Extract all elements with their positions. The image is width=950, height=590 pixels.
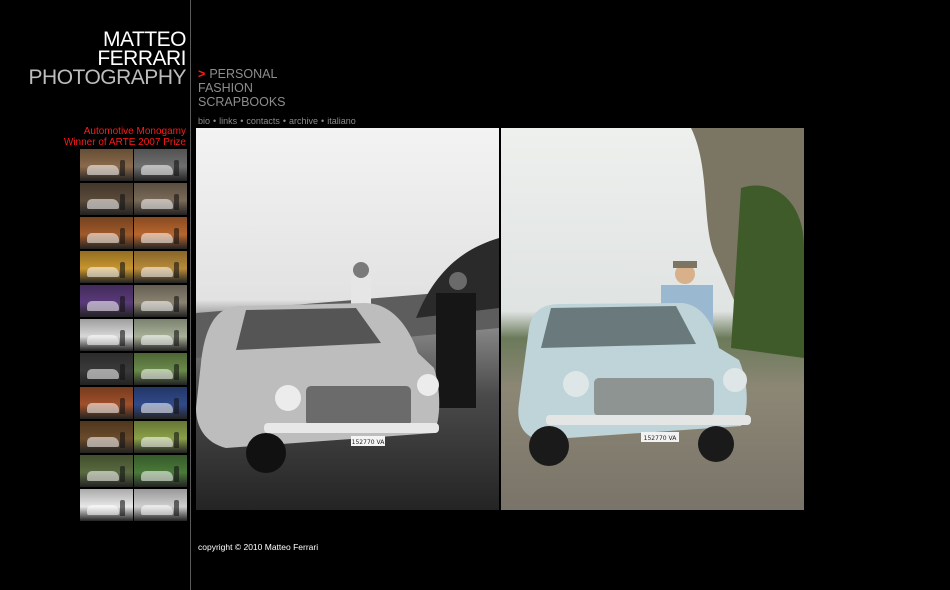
thumbnail-person (120, 364, 125, 380)
thumbnail-6[interactable] (134, 217, 187, 249)
thumbnail-car (87, 301, 119, 311)
nav-separator: • (240, 116, 244, 126)
series-title: Automotive Monogamy Winner of ARTE 2007 … (64, 126, 186, 148)
series-award: Winner of ARTE 2007 Prize (63, 137, 186, 148)
thumbnail-person (120, 194, 125, 210)
thumbnail-person (120, 160, 125, 176)
thumbnail-person (174, 296, 179, 312)
thumbnail-3[interactable] (80, 183, 133, 215)
photo-color: 152770 VA (501, 128, 804, 510)
thumbnail-19[interactable] (80, 455, 133, 487)
photo-color-scene: 152770 VA (518, 128, 804, 466)
thumbnail-car (141, 335, 173, 345)
nav-menu-item-scrapbooks[interactable]: SCRAPBOOKS (198, 95, 356, 109)
thumbnail-person (120, 330, 125, 346)
sidebar: MATTEO FERRARI PHOTOGRAPHY Automotive Mo… (0, 0, 191, 590)
photo-bw-scene: 152770 VA (196, 238, 499, 473)
thumbnail-person (174, 398, 179, 414)
thumbnail-17[interactable] (80, 421, 133, 453)
thumbnail-car (87, 165, 119, 175)
thumbnail-14[interactable] (134, 353, 187, 385)
thumbnail-person (120, 432, 125, 448)
thumbnail-car (141, 437, 173, 447)
thumbnail-person (120, 228, 125, 244)
thumbnail-car (141, 369, 173, 379)
thumbnail-person (120, 262, 125, 278)
thumbnail-car (141, 199, 173, 209)
thumbnail-21[interactable] (80, 489, 133, 521)
thumbnail-car (87, 233, 119, 243)
thumbnail-18[interactable] (134, 421, 187, 453)
nav-link-archive[interactable]: archive (289, 116, 318, 126)
thumbnail-car (87, 369, 119, 379)
nav-menu-item-fashion[interactable]: FASHION (198, 81, 356, 95)
thumbnail-9[interactable] (80, 285, 133, 317)
thumbnail-person (174, 364, 179, 380)
thumbnail-person (174, 228, 179, 244)
nav-link-bio[interactable]: bio (198, 116, 210, 126)
site-logo[interactable]: MATTEO FERRARI PHOTOGRAPHY (28, 29, 187, 89)
thumbnail-car (87, 437, 119, 447)
thumbnail-2[interactable] (134, 149, 187, 181)
nav-link-contacts[interactable]: contacts (246, 116, 280, 126)
thumbnail-1[interactable] (80, 149, 133, 181)
thumbnail-person (120, 398, 125, 414)
thumbnail-8[interactable] (134, 251, 187, 283)
thumbnail-person (120, 466, 125, 482)
nav-link-links[interactable]: links (219, 116, 237, 126)
thumbnail-15[interactable] (80, 387, 133, 419)
thumbnail-car (87, 403, 119, 413)
thumbnail-12[interactable] (134, 319, 187, 351)
nav-links: bio • links • contacts • archive • italiano (198, 116, 356, 126)
thumbnail-4[interactable] (134, 183, 187, 215)
thumbnail-13[interactable] (80, 353, 133, 385)
thumbnail-car (87, 199, 119, 209)
nav-link-italiano[interactable]: italiano (327, 116, 356, 126)
thumbnail-car (141, 165, 173, 175)
thumbnail-grid (80, 149, 187, 521)
thumbnail-car (141, 505, 173, 515)
thumbnail-person (174, 432, 179, 448)
thumbnail-car (141, 233, 173, 243)
thumbnail-car (141, 267, 173, 277)
logo-line-3: PHOTOGRAPHY (28, 66, 187, 89)
thumbnail-person (174, 194, 179, 210)
thumbnail-person (174, 160, 179, 176)
nav-menu-label: PERSONAL (209, 67, 278, 81)
main-nav: > PERSONAL FASHION SCRAPBOOKS bio • links • con… (198, 67, 356, 126)
nav-menu-label: SCRAPBOOKS (198, 95, 286, 109)
thumbnail-person (174, 330, 179, 346)
license-plate-right: 152770 VA (644, 435, 678, 442)
nav-separator: • (321, 116, 325, 126)
thumbnail-22[interactable] (134, 489, 187, 521)
thumbnail-car (141, 301, 173, 311)
thumbnail-car (87, 505, 119, 515)
thumbnail-car (141, 471, 173, 481)
nav-menu-item-personal[interactable]: > PERSONAL (198, 67, 356, 81)
nav-separator: • (282, 116, 287, 126)
thumbnail-person (174, 466, 179, 482)
thumbnail-5[interactable] (80, 217, 133, 249)
thumbnail-person (120, 500, 125, 516)
thumbnail-car (87, 267, 119, 277)
thumbnail-10[interactable] (134, 285, 187, 317)
thumbnail-car (87, 335, 119, 345)
thumbnail-person (174, 262, 179, 278)
nav-separator: • (213, 116, 217, 126)
nav-menu: > PERSONAL FASHION SCRAPBOOKS (198, 67, 356, 109)
thumbnail-11[interactable] (80, 319, 133, 351)
nav-menu-label: FASHION (198, 81, 253, 95)
thumbnail-20[interactable] (134, 455, 187, 487)
thumbnail-person (174, 500, 179, 516)
thumbnail-16[interactable] (134, 387, 187, 419)
series-name: Automotive Monogamy (83, 126, 186, 137)
license-plate-left: 152770 VA (352, 439, 386, 446)
photo-black-and-white: 152770 VA (196, 128, 499, 510)
thumbnail-car (141, 403, 173, 413)
thumbnail-person (120, 296, 125, 312)
arrow-right-icon: > (198, 67, 206, 81)
copyright-text: copyright © 2010 Matteo Ferrari (198, 542, 319, 552)
thumbnail-car (87, 471, 119, 481)
thumbnail-7[interactable] (80, 251, 133, 283)
